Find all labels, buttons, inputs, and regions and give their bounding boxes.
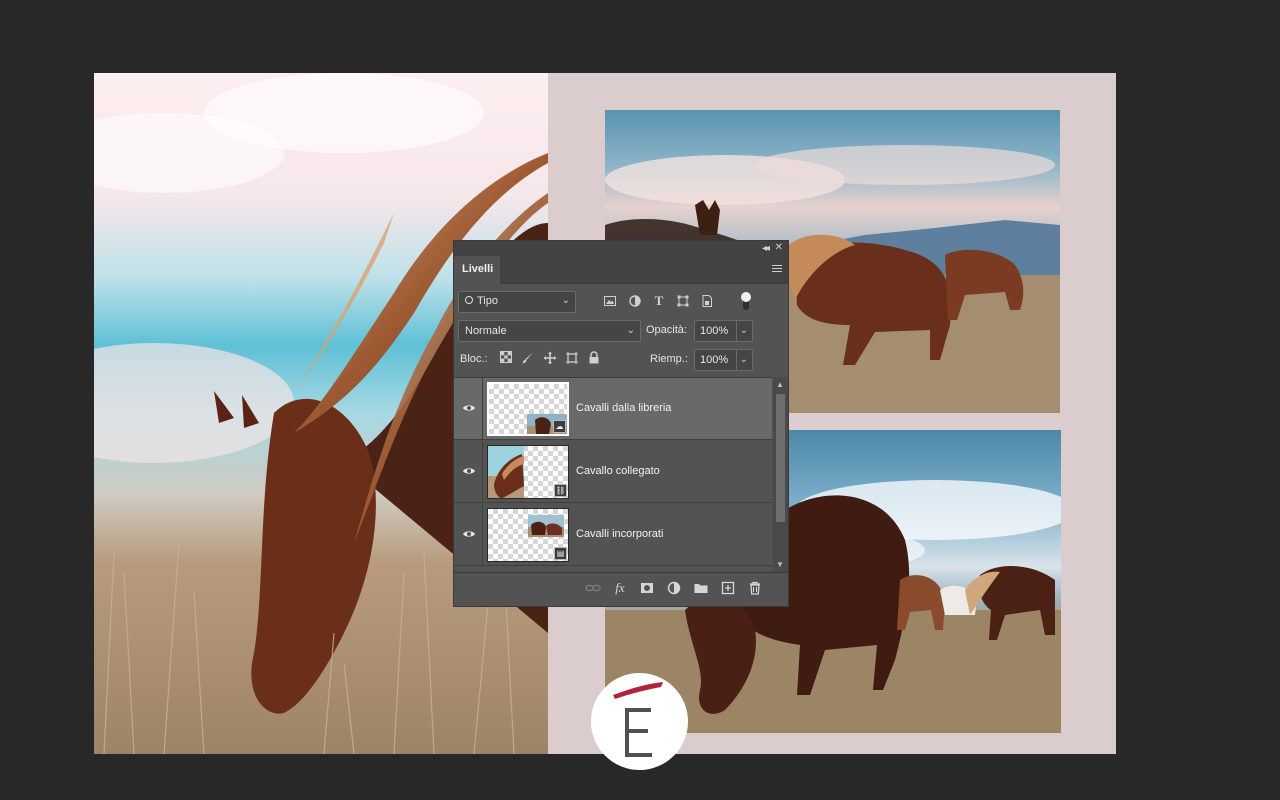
type-filter-icon[interactable]: T: [652, 294, 666, 308]
layer-row[interactable]: ⛓ Cavallo collegato: [454, 441, 772, 503]
blend-mode-value: Normale: [465, 325, 507, 337]
layer-name[interactable]: Cavalli incorporati: [576, 528, 663, 540]
eye-icon[interactable]: [462, 528, 476, 538]
link-layers-icon[interactable]: [585, 580, 601, 596]
linked-file-icon: ⛓: [554, 484, 567, 497]
lock-image-pixels-icon[interactable]: [520, 351, 536, 367]
fill-dropdown-icon[interactable]: ⌄: [740, 354, 748, 365]
lock-position-icon[interactable]: [542, 351, 558, 367]
lock-transparent-pixels-icon[interactable]: [498, 351, 514, 367]
smart-object-icon: ▤: [554, 547, 567, 560]
chevron-down-icon: ⌄: [626, 325, 635, 336]
image-filter-icon[interactable]: [603, 294, 617, 308]
lock-all-icon[interactable]: [586, 351, 602, 367]
opacity-field[interactable]: 100% ⌄: [694, 320, 753, 342]
fx-icon[interactable]: fx: [612, 580, 628, 596]
fill-label: Riemp.:: [650, 353, 688, 365]
new-layer-icon[interactable]: [720, 580, 736, 596]
search-icon: [465, 296, 473, 304]
panel-titlebar[interactable]: ◂◂ ✕: [454, 241, 788, 256]
trash-icon[interactable]: [747, 580, 763, 596]
photoshop-workspace: ◂◂ ✕ Livelli Tipo ⌄ T Normale ⌄ Opacità:…: [0, 0, 1280, 800]
layer-name[interactable]: Cavallo collegato: [576, 465, 660, 477]
close-panel-icon[interactable]: ✕: [775, 242, 783, 253]
lock-row: Bloc.: Riemp.: 100% ⌄: [458, 349, 784, 371]
filter-kind-select[interactable]: Tipo ⌄: [458, 291, 576, 313]
fill-value: 100%: [700, 354, 729, 366]
opacity-label: Opacità:: [646, 324, 687, 336]
blend-mode-select[interactable]: Normale ⌄: [458, 320, 641, 342]
panel-tabbar: Livelli: [454, 256, 788, 284]
tab-layers[interactable]: Livelli: [454, 256, 500, 284]
layer-thumbnail[interactable]: ▤: [487, 508, 569, 562]
layers-scrollbar[interactable]: ▲ ▼: [773, 377, 788, 572]
layers-list: ☁ Cavalli dalla libreria ⛓ Cavallo colle…: [454, 377, 772, 572]
layers-bottom-toolbar: fx: [454, 572, 788, 602]
adjustment-layer-icon[interactable]: [666, 580, 682, 596]
cloud-library-icon: ☁: [553, 420, 566, 433]
layer-thumbnail[interactable]: ☁: [487, 382, 569, 436]
fill-field[interactable]: 100% ⌄: [694, 349, 753, 371]
layer-name[interactable]: Cavalli dalla libreria: [576, 402, 671, 414]
brand-logo: [591, 673, 688, 770]
layer-row[interactable]: ▤ Cavalli incorporati: [454, 504, 772, 566]
collapse-panel-icon[interactable]: ◂◂: [762, 243, 770, 254]
filter-toggle-switch[interactable]: [741, 292, 751, 310]
chevron-down-icon: ⌄: [561, 295, 570, 306]
layer-thumbnail[interactable]: ⛓: [487, 445, 569, 499]
new-group-icon[interactable]: [693, 580, 709, 596]
layers-panel: ◂◂ ✕ Livelli Tipo ⌄ T Normale ⌄ Opacità:…: [453, 240, 789, 607]
eye-icon[interactable]: [462, 465, 476, 475]
shape-filter-icon[interactable]: [676, 294, 690, 308]
layer-filter-row: Tipo ⌄ T: [458, 291, 784, 313]
adjustment-filter-icon[interactable]: [628, 294, 642, 308]
opacity-dropdown-icon[interactable]: ⌄: [740, 325, 748, 336]
add-mask-icon[interactable]: [639, 580, 655, 596]
scroll-up-icon[interactable]: ▲: [776, 380, 784, 389]
blend-row: Normale ⌄ Opacità: 100% ⌄: [458, 320, 784, 342]
filter-kind-label: Tipo: [477, 295, 498, 307]
scroll-thumb[interactable]: [776, 394, 785, 522]
lock-label: Bloc.:: [460, 353, 488, 365]
eye-icon[interactable]: [462, 402, 476, 412]
smart-object-filter-icon[interactable]: [700, 294, 714, 308]
layer-row[interactable]: ☁ Cavalli dalla libreria: [454, 378, 772, 440]
opacity-value: 100%: [700, 325, 729, 337]
scroll-down-icon[interactable]: ▼: [776, 560, 784, 569]
lock-artboard-icon[interactable]: [564, 351, 580, 367]
panel-menu-icon[interactable]: [772, 265, 782, 273]
logo-mark: [613, 682, 663, 757]
